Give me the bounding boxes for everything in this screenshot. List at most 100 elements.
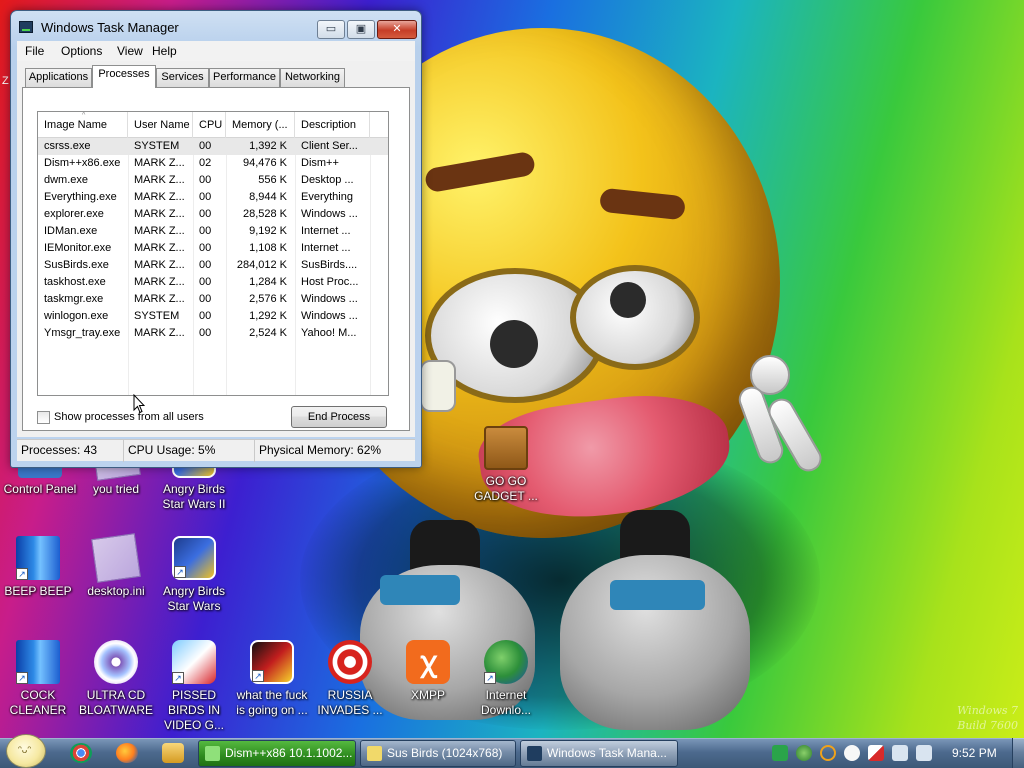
network-icon[interactable] — [892, 745, 908, 761]
tab-performance[interactable]: Performance — [209, 68, 280, 87]
desktop-icon-xmpp[interactable]: ꭓ XMPP — [390, 640, 466, 703]
menu-file[interactable]: File — [25, 44, 44, 58]
search-tray-icon[interactable] — [820, 745, 836, 761]
process-cell-memory: 1,392 K — [249, 140, 287, 152]
process-cell-description: Desktop ... — [301, 174, 354, 186]
watermark-line-1: Windows 7 — [957, 704, 1018, 717]
process-cell-description: Windows ... — [301, 293, 358, 305]
chrome-icon[interactable] — [70, 743, 92, 763]
close-button[interactable]: ✕ — [377, 20, 417, 39]
desktop-icon-internet-download[interactable]: ↗ Internet Downlo... — [468, 640, 544, 718]
cd-disc-icon — [94, 640, 138, 684]
desktop-icon-angry-birds-star-wars[interactable]: ↗ Angry Birds Star Wars — [156, 536, 232, 614]
column-cpu[interactable]: CPU — [193, 112, 226, 138]
taskbar-button-task-manager[interactable]: Windows Task Mana... — [520, 740, 678, 767]
process-row[interactable]: winlogon.exe SYSTEM 00 1,292 K Windows ... — [38, 308, 388, 325]
desktop-icon-label: Angry Birds Star Wars — [162, 584, 226, 613]
process-row[interactable]: Ymsgr_tray.exe MARK Z... 00 2,524 K Yahoo! M… — [38, 325, 388, 342]
network-globe-icon[interactable] — [796, 745, 812, 761]
process-cell-user: SYSTEM — [134, 310, 180, 322]
process-cell-description: Internet ... — [301, 225, 351, 237]
show-all-users-label[interactable]: Show processes from all users — [54, 410, 204, 425]
show-desktop-button[interactable] — [1012, 738, 1024, 768]
desktop-icon-russia-invades[interactable]: RUSSIA INVADES ... — [312, 640, 388, 718]
column-image-name[interactable]: ^ Image Name — [38, 112, 128, 138]
desktop-icon-ultra-cd[interactable]: ULTRA CD BLOATWARE — [78, 640, 154, 718]
desktop-icon-beep-beep[interactable]: ↗ BEEP BEEP — [0, 536, 76, 599]
taskbar-button-dism[interactable]: Dism++x86 10.1.1002... — [198, 740, 356, 767]
desktop-icon-label: GO GO GADGET ... — [474, 474, 538, 503]
process-cell-user: MARK Z... — [134, 259, 185, 271]
process-row[interactable]: csrss.exe SYSTEM 00 1,392 K Client Ser... — [38, 138, 388, 155]
volume-icon[interactable] — [916, 745, 932, 761]
process-row[interactable]: IDMan.exe MARK Z... 00 9,192 K Internet ... — [38, 223, 388, 240]
desktop-icon-label: XMPP — [410, 688, 445, 702]
process-cell-description: Internet ... — [301, 242, 351, 254]
column-user-name[interactable]: User Name — [128, 112, 193, 138]
smiley-orb-icon: ᵔᴗᵔ — [18, 745, 32, 756]
book-icon: ↗ — [16, 640, 60, 684]
process-cell-memory: 2,576 K — [249, 293, 287, 305]
desktop-icon-label: BEEP BEEP — [4, 584, 72, 598]
process-cell-name: Everything.exe — [44, 191, 117, 203]
process-row[interactable]: SusBirds.exe MARK Z... 00 284,012 K SusBirds… — [38, 257, 388, 274]
desktop-icon-what-the-fuck[interactable]: ↗ what the fuck is going on ... — [234, 640, 310, 718]
status-bar: Processes: 43 CPU Usage: 5% Physical Mem… — [17, 439, 415, 462]
taskbar-button-sus-birds[interactable]: Sus Birds (1024x768) — [360, 740, 516, 767]
process-row[interactable]: Everything.exe MARK Z... 00 8,944 K Everythi… — [38, 189, 388, 206]
process-row[interactable]: taskmgr.exe MARK Z... 00 2,576 K Windows ... — [38, 291, 388, 308]
process-row[interactable]: Dism++x86.exe MARK Z... 02 94,476 K Dism++ — [38, 155, 388, 172]
tab-applications[interactable]: Applications — [25, 68, 92, 87]
show-all-users-checkbox[interactable] — [37, 411, 50, 424]
desktop-icon-pissed-birds[interactable]: ↗ PISSED BIRDS IN VIDEO G... — [156, 640, 232, 733]
process-cell-user: MARK Z... — [134, 157, 185, 169]
angry-bird-icon: ↗ — [172, 640, 216, 684]
process-row[interactable]: dwm.exe MARK Z... 00 556 K Desktop ... — [38, 172, 388, 189]
minimize-button[interactable]: ▭ — [317, 20, 345, 39]
menu-bar: File Options View Help — [17, 41, 415, 61]
process-cell-name: dwm.exe — [44, 174, 89, 186]
process-cell-cpu: 00 — [199, 225, 212, 237]
process-cell-memory: 8,944 K — [249, 191, 287, 203]
process-cell-user: MARK Z... — [134, 327, 185, 339]
tab-processes[interactable]: Processes — [92, 65, 156, 88]
process-cell-user: MARK Z... — [134, 174, 185, 186]
desktop-icon-go-go-gadget[interactable]: GO GO GADGET ... — [468, 426, 544, 504]
smiley-tray-icon[interactable] — [844, 745, 860, 761]
ini-file-icon — [91, 533, 141, 583]
column-memory[interactable]: Memory (... — [226, 112, 295, 138]
status-physical-memory: Physical Memory: 62% — [259, 443, 382, 457]
wallpaper-pupil-right — [610, 282, 646, 318]
menu-help[interactable]: Help — [152, 44, 177, 58]
flag-alert-icon[interactable] — [868, 745, 884, 761]
title-bar[interactable]: Windows Task Manager ▭ ▣ ✕ — [11, 11, 421, 41]
process-row[interactable]: IEMonitor.exe MARK Z... 00 1,108 K Internet … — [38, 240, 388, 257]
folder-icon[interactable] — [162, 743, 184, 763]
process-row[interactable]: taskhost.exe MARK Z... 00 1,284 K Host Proc.… — [38, 274, 388, 291]
column-description[interactable]: Description — [295, 112, 370, 138]
process-list[interactable]: ^ Image Name User Name CPU Memory (... D… — [37, 111, 389, 396]
maximize-button[interactable]: ▣ — [347, 20, 375, 39]
process-cell-memory: 284,012 K — [236, 259, 287, 271]
process-cell-name: explorer.exe — [44, 208, 104, 220]
process-cell-description: Host Proc... — [301, 276, 359, 288]
taskbar-button-label: Sus Birds (1024x768) — [387, 746, 503, 760]
desktop-icon-cock-cleaner[interactable]: ↗ COCK CLEANER — [0, 640, 76, 718]
process-row[interactable]: explorer.exe MARK Z... 00 28,528 K Windows .… — [38, 206, 388, 223]
process-cell-name: Ymsgr_tray.exe — [44, 327, 121, 339]
end-process-button[interactable]: End Process — [291, 406, 387, 428]
process-cell-description: Dism++ — [301, 157, 339, 169]
task-manager-window[interactable]: Windows Task Manager ▭ ▣ ✕ File Options … — [10, 10, 422, 468]
green-square-icon[interactable] — [772, 745, 788, 761]
tab-networking[interactable]: Networking — [280, 68, 345, 87]
start-button[interactable]: ᵔᴗᵔ — [6, 734, 46, 768]
process-cell-name: SusBirds.exe — [44, 259, 109, 271]
menu-options[interactable]: Options — [61, 44, 102, 58]
shortcut-arrow-icon: ↗ — [172, 672, 184, 684]
taskbar-clock[interactable]: 9:52 PM — [952, 745, 997, 761]
desktop-icon-desktop-ini[interactable]: desktop.ini — [78, 533, 154, 599]
tab-services[interactable]: Services — [156, 68, 209, 87]
menu-view[interactable]: View — [117, 44, 143, 58]
process-cell-cpu: 00 — [199, 242, 212, 254]
firefox-icon[interactable] — [116, 743, 138, 763]
